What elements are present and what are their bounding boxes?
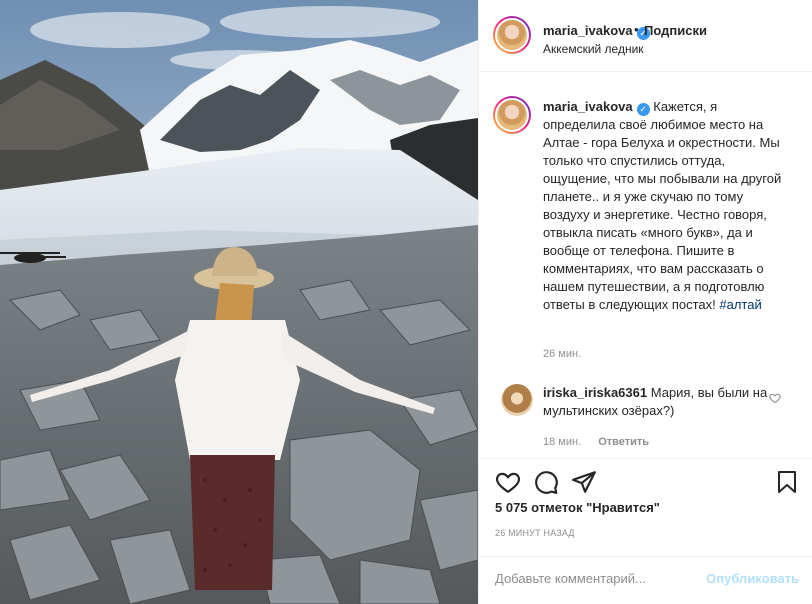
comment-icon[interactable] — [533, 469, 559, 495]
commenter-username[interactable]: iriska_iriska6361 — [543, 385, 647, 400]
likes-number[interactable]: 5 075 — [495, 500, 528, 515]
hashtag-link[interactable]: #алтай — [719, 297, 761, 312]
comment-like-icon[interactable] — [769, 392, 781, 404]
caption-avatar[interactable] — [493, 96, 531, 134]
comments-area[interactable]: maria_ivakova ✓ Кажется, я определила сво… — [479, 72, 812, 458]
action-bar — [479, 458, 812, 506]
author-avatar[interactable] — [493, 16, 531, 54]
comment-meta: 18 мин. Ответить — [543, 436, 663, 448]
following-button[interactable]: Подписки — [644, 23, 707, 38]
add-comment-bar: Опубликовать — [479, 556, 812, 604]
post-photo[interactable] — [0, 0, 478, 604]
bookmark-icon[interactable] — [775, 469, 799, 495]
publish-button[interactable]: Опубликовать — [706, 571, 799, 586]
comment: iriska_iriska6361 Мария, вы были на муль… — [543, 384, 773, 420]
reply-button[interactable]: Ответить — [598, 436, 649, 448]
header-separator: • — [634, 22, 639, 37]
caption-text: Кажется, я определила своё любимое место… — [543, 99, 782, 312]
caption-timestamp[interactable]: 26 мин. — [543, 348, 581, 360]
caption-username[interactable]: maria_ivakova — [543, 99, 633, 114]
post-time-ago[interactable]: 26 минут назад — [495, 528, 575, 538]
username-text[interactable]: maria_ivakova — [543, 23, 633, 38]
post-caption: maria_ivakova ✓ Кажется, я определила сво… — [543, 98, 793, 314]
post-header: maria_ivakova ✓ • Подписки Аккемский ледн… — [479, 0, 812, 72]
instagram-post: maria_ivakova ✓ • Подписки Аккемский ледн… — [0, 0, 812, 604]
verified-badge-icon: ✓ — [636, 103, 650, 116]
share-icon[interactable] — [571, 469, 597, 495]
comment-input[interactable] — [495, 571, 695, 586]
likes-count[interactable]: 5 075 отметок "Нравится" — [495, 500, 660, 515]
commenter-avatar[interactable] — [501, 384, 533, 416]
post-location[interactable]: Аккемский ледник — [543, 42, 644, 56]
likes-label[interactable]: отметок "Нравится" — [531, 500, 660, 515]
comment-timestamp[interactable]: 18 мин. — [543, 436, 581, 448]
post-sidebar: maria_ivakova ✓ • Подписки Аккемский ледн… — [478, 0, 812, 604]
photo-scene — [0, 0, 478, 604]
heart-icon[interactable] — [495, 469, 521, 495]
